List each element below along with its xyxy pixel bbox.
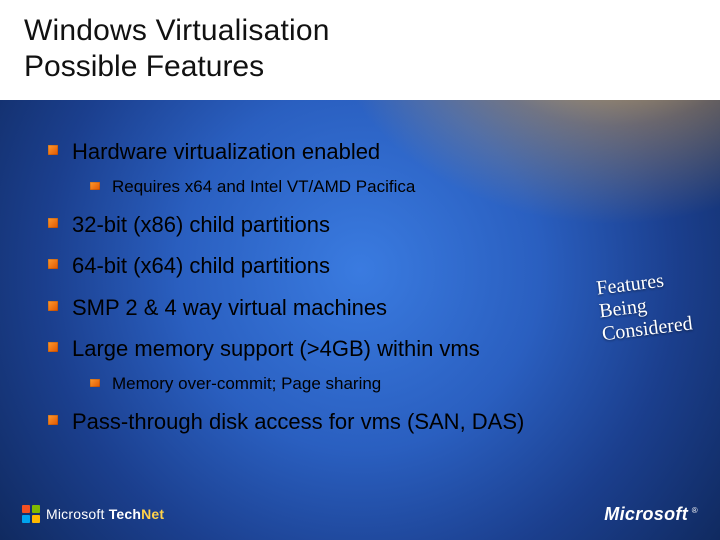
list-item: Pass-through disk access for vms (SAN, D… (48, 408, 680, 436)
list-item: 64-bit (x64) child partitions (48, 252, 680, 280)
bullet-icon (48, 218, 58, 228)
bullet-icon (48, 301, 58, 311)
bullet-icon (48, 259, 58, 269)
slide: Windows Virtualisation Possible Features… (0, 0, 720, 540)
sub-list: Memory over-commit; Page sharing (90, 373, 680, 394)
list-item-text: Memory over-commit; Page sharing (112, 373, 381, 394)
bullet-icon (48, 342, 58, 352)
list-item: Large memory support (>4GB) within vms (48, 335, 680, 363)
list-item: Memory over-commit; Page sharing (90, 373, 680, 394)
brand-prefix: Microsoft (46, 506, 105, 522)
bullet-icon (48, 415, 58, 425)
list-item: SMP 2 & 4 way virtual machines (48, 294, 680, 322)
windows-flag-icon (22, 505, 40, 523)
microsoft-logo-text: Microsoft (604, 504, 688, 524)
list-item-text: 64-bit (x64) child partitions (72, 252, 330, 280)
brand-tech: Tech (109, 506, 141, 522)
title-line-2: Possible Features (24, 50, 696, 84)
callout-note: Features Being Considered (595, 267, 694, 347)
registered-icon: ® (692, 506, 698, 515)
bullet-list: Hardware virtualization enabled Requires… (48, 138, 680, 450)
brand-net: Net (141, 506, 164, 522)
title-block: Windows Virtualisation Possible Features (0, 0, 720, 100)
sub-list: Requires x64 and Intel VT/AMD Pacifica (90, 176, 680, 197)
title-line-1: Windows Virtualisation (24, 14, 696, 48)
bullet-icon (48, 145, 58, 155)
list-item: Requires x64 and Intel VT/AMD Pacifica (90, 176, 680, 197)
list-item-text: SMP 2 & 4 way virtual machines (72, 294, 387, 322)
list-item: Hardware virtualization enabled (48, 138, 680, 166)
list-item-text: Requires x64 and Intel VT/AMD Pacifica (112, 176, 415, 197)
technet-text: Microsoft TechNet (46, 506, 164, 522)
list-item-text: Large memory support (>4GB) within vms (72, 335, 480, 363)
list-item-text: Hardware virtualization enabled (72, 138, 380, 166)
bullet-icon (90, 379, 100, 387)
technet-logo: Microsoft TechNet (22, 505, 164, 523)
microsoft-logo: Microsoft ® (604, 504, 698, 525)
bullet-icon (90, 182, 100, 190)
list-item: 32-bit (x86) child partitions (48, 211, 680, 239)
list-item-text: Pass-through disk access for vms (SAN, D… (72, 408, 524, 436)
footer: Microsoft TechNet Microsoft ® (0, 488, 720, 540)
list-item-text: 32-bit (x86) child partitions (72, 211, 330, 239)
